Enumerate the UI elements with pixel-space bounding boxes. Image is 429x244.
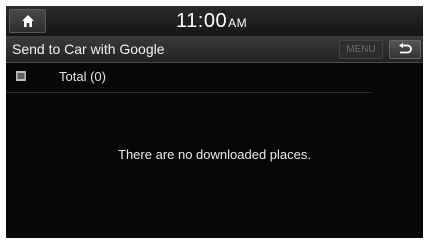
- status-bar: 11:00AM: [6, 6, 423, 37]
- home-icon: [22, 15, 34, 27]
- title-bar: Send to Car with Google MENU: [6, 37, 423, 63]
- clock-time: 11:00: [176, 10, 228, 32]
- menu-button[interactable]: MENU: [339, 40, 383, 59]
- page-title: Send to Car with Google: [12, 41, 165, 57]
- empty-state-message: There are no downloaded places.: [118, 147, 311, 162]
- screen: 11:00AM Send to Car with Google MENU Tot…: [0, 0, 429, 244]
- back-arrow-icon: [399, 43, 412, 54]
- total-count: Total (0): [59, 69, 106, 84]
- home-button[interactable]: [9, 9, 46, 33]
- display-frame: 11:00AM Send to Car with Google MENU Tot…: [6, 6, 423, 238]
- back-button[interactable]: [389, 40, 421, 59]
- list-icon: [16, 71, 26, 81]
- clock-ampm: AM: [228, 16, 248, 30]
- list-header: Total (0): [6, 63, 372, 93]
- clock: 11:00AM: [176, 10, 247, 32]
